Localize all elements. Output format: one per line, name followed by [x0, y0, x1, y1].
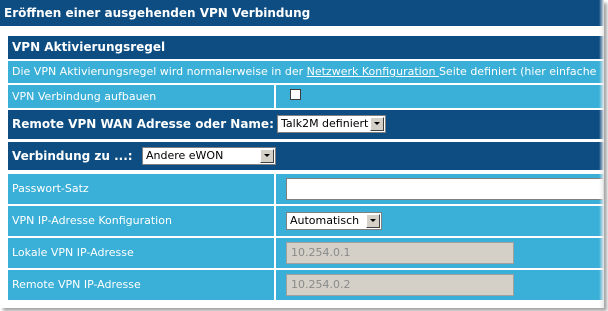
chevron-down-icon[interactable] — [366, 214, 380, 228]
passphrase-row: Passwort-Satz — [8, 174, 604, 204]
ip-config-label: VPN IP-Adresse Konfiguration — [12, 214, 172, 227]
vpn-connect-label: VPN Verbindung aufbauen — [12, 90, 157, 103]
activation-header: VPN Aktivierungsregel — [8, 36, 604, 59]
chevron-down-icon[interactable] — [260, 149, 274, 163]
remote-wan-label: Remote VPN WAN Adresse oder Name: — [12, 117, 274, 131]
page-title: Eröffnen einer ausgehenden VPN Verbindun… — [0, 0, 604, 26]
remote-wan-select[interactable]: Talk2M definiert — [277, 115, 386, 133]
chevron-down-icon[interactable] — [370, 117, 384, 131]
ip-config-row: VPN IP-Adresse Konfiguration Automatisch — [8, 206, 604, 236]
activation-note-suffix: Seite definiert (hier einfache — [438, 65, 597, 78]
activation-header-label: VPN Aktivierungsregel — [12, 40, 166, 54]
connection-label: Verbindung zu ...: — [12, 149, 133, 163]
activation-note-prefix: Die VPN Aktivierungsregel wird normalerw… — [12, 65, 307, 78]
passphrase-input[interactable] — [286, 178, 604, 200]
remote-ip-input: 10.254.0.2 — [286, 274, 514, 296]
remote-wan-header: Remote VPN WAN Adresse oder Name: Talk2M… — [8, 110, 604, 139]
local-ip-label: Lokale VPN IP-Adresse — [12, 246, 134, 259]
column-divider — [274, 206, 276, 236]
activation-note-row: Die VPN Aktivierungsregel wird normalerw… — [8, 61, 604, 83]
vpn-settings-panel: VPN Aktivierungsregel Die VPN Aktivierun… — [8, 36, 604, 308]
connection-header: Verbindung zu ...: Andere eWON — [8, 142, 604, 170]
vpn-connect-row: VPN Verbindung aufbauen — [8, 85, 604, 108]
remote-ip-row: Remote VPN IP-Adresse 10.254.0.2 — [8, 270, 604, 300]
vpn-connect-checkbox[interactable] — [290, 89, 301, 100]
vpn-outgoing-frame: Eröffnen einer ausgehenden VPN Verbindun… — [0, 0, 604, 308]
column-divider — [274, 85, 276, 108]
column-divider — [274, 174, 276, 204]
connection-select[interactable]: Andere eWON — [142, 147, 276, 165]
passphrase-label: Passwort-Satz — [12, 182, 89, 195]
torn-edge — [599, 0, 604, 308]
connection-select-value: Andere eWON — [146, 149, 224, 162]
activation-note: Die VPN Aktivierungsregel wird normalerw… — [12, 61, 596, 83]
network-config-link[interactable]: Netzwerk Konfiguration — [307, 65, 439, 78]
ip-config-select-value: Automatisch — [290, 214, 360, 227]
local-ip-input: 10.254.0.1 — [286, 242, 514, 264]
remote-wan-select-value: Talk2M definiert — [281, 117, 369, 130]
column-divider — [274, 238, 276, 268]
remote-ip-label: Remote VPN IP-Adresse — [12, 278, 141, 291]
local-ip-row: Lokale VPN IP-Adresse 10.254.0.1 — [8, 238, 604, 268]
ip-config-select[interactable]: Automatisch — [286, 212, 382, 230]
column-divider — [274, 270, 276, 300]
